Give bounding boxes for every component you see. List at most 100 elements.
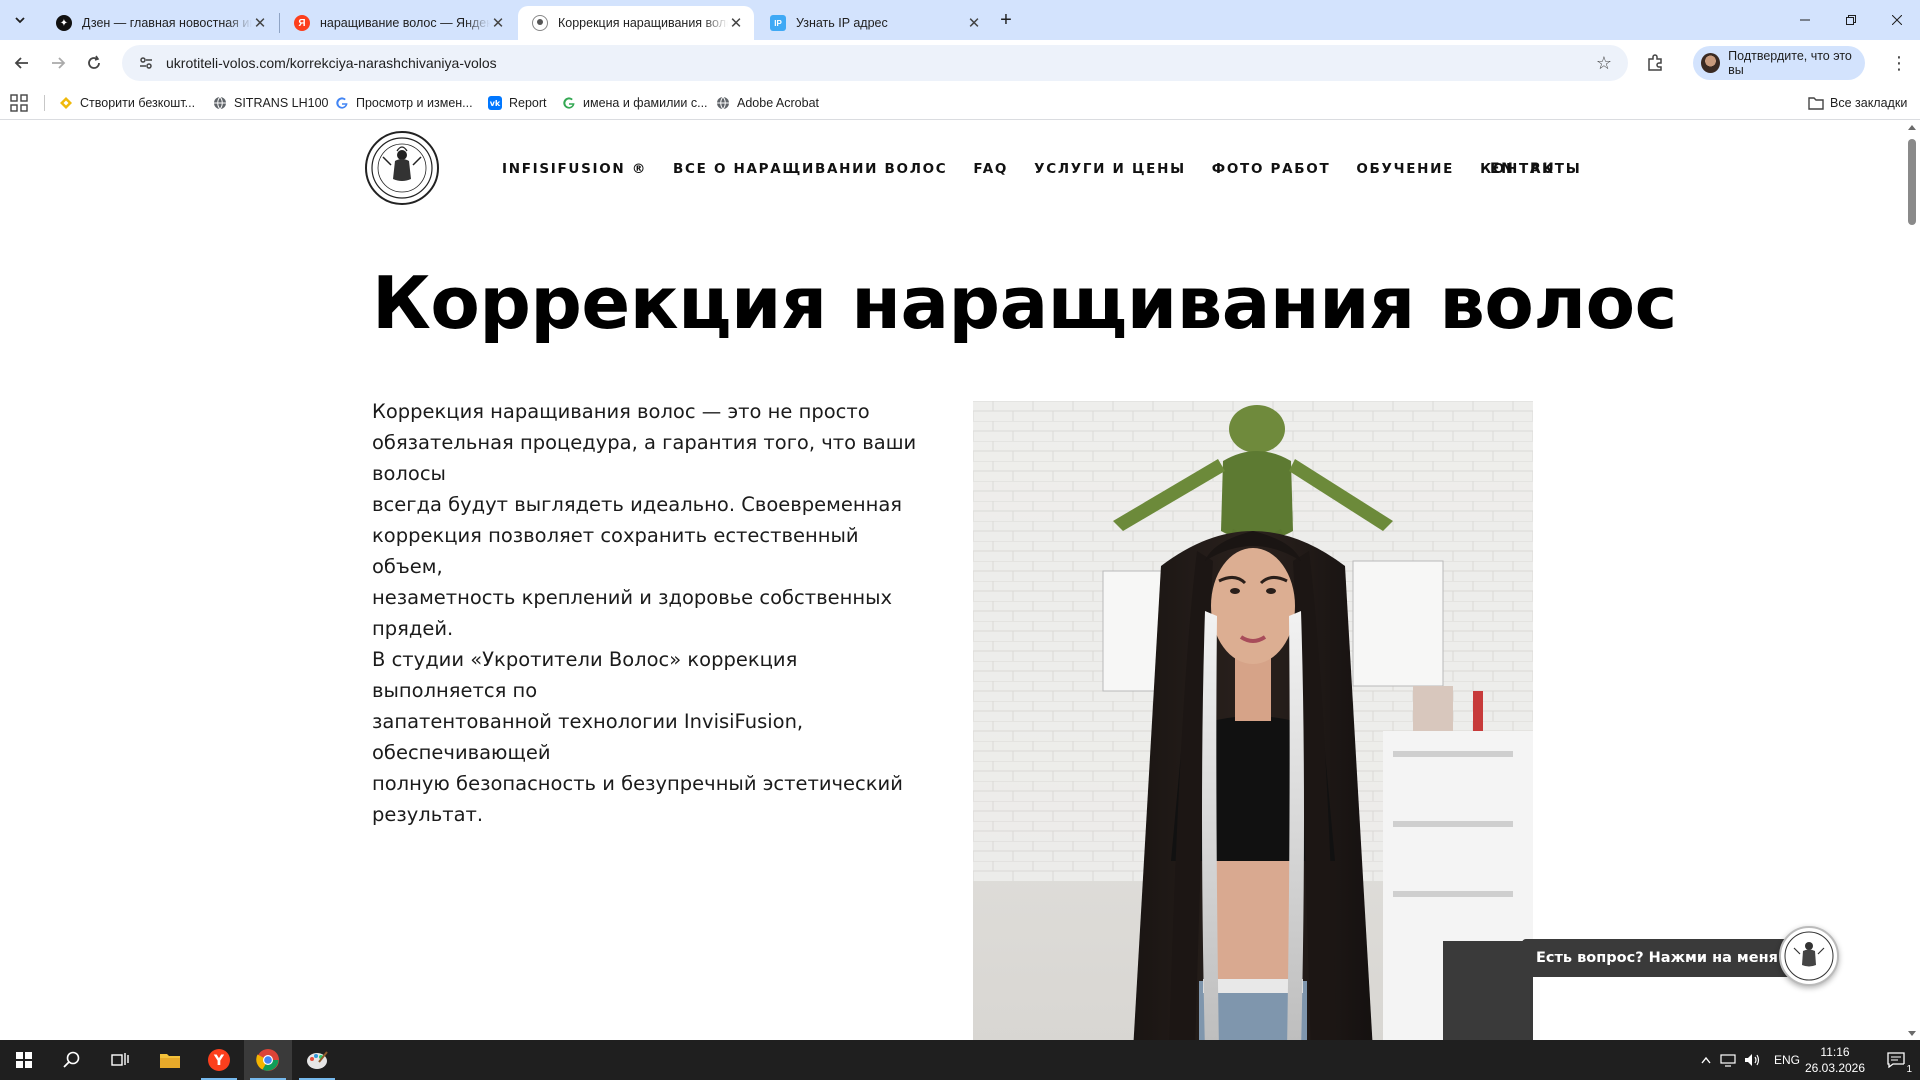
tab-title: Коррекция наращивания воло bbox=[558, 16, 728, 30]
restore-button[interactable] bbox=[1828, 0, 1874, 40]
site-logo[interactable] bbox=[365, 131, 439, 205]
reload-icon bbox=[88, 55, 100, 69]
apps-grid-icon[interactable] bbox=[10, 94, 28, 112]
notification-icon bbox=[1887, 1052, 1905, 1068]
scroll-up-arrow[interactable] bbox=[1908, 125, 1916, 130]
bookmark-star-icon[interactable]: ☆ bbox=[1596, 53, 1612, 74]
notifications-button[interactable]: 1 bbox=[1872, 1040, 1920, 1080]
tab-search-button[interactable] bbox=[8, 8, 32, 32]
close-window-button[interactable] bbox=[1874, 0, 1920, 40]
tab-title: Узнать IP адрес bbox=[796, 16, 888, 30]
start-button[interactable] bbox=[0, 1040, 48, 1080]
arrow-left-icon bbox=[14, 57, 28, 69]
search-icon bbox=[63, 1051, 80, 1068]
all-bookmarks-label: Все закладки bbox=[1830, 96, 1908, 110]
nav-services-prices[interactable]: УСЛУГИ И ЦЕНЫ bbox=[1034, 161, 1186, 177]
plus-icon: + bbox=[1000, 8, 1012, 31]
bookmark-item[interactable]: SITRANS LH100 bbox=[212, 92, 328, 114]
search-button[interactable] bbox=[48, 1040, 96, 1080]
profile-button[interactable]: Подтвердите, что это вы bbox=[1693, 46, 1865, 80]
web-page: INFISIFUSION ® ВСЕ О НАРАЩИВАНИИ ВОЛОС F… bbox=[0, 121, 1904, 1040]
bookmarks-bar: Створити безкошт... SITRANS LH100 Просмо… bbox=[0, 86, 1920, 120]
svg-text:Y: Y bbox=[213, 1053, 225, 1069]
lang-en-link[interactable]: EN bbox=[1490, 161, 1514, 177]
svg-text:vk: vk bbox=[490, 99, 501, 108]
close-icon[interactable]: ✕ bbox=[966, 15, 982, 32]
task-view-button[interactable] bbox=[96, 1040, 144, 1080]
browser-menu-button[interactable]: ⋮ bbox=[1888, 52, 1910, 74]
scroll-down-arrow[interactable] bbox=[1908, 1031, 1916, 1036]
page-scrollbar[interactable] bbox=[1904, 121, 1920, 1040]
page-title: Коррекция наращивания волос bbox=[372, 261, 1677, 345]
bookmark-item[interactable]: Adobe Acrobat bbox=[715, 92, 819, 114]
puzzle-icon bbox=[1648, 54, 1662, 71]
tab-korrekciya[interactable]: Коррекция наращивания воло ✕ bbox=[518, 6, 754, 40]
tab-yandex[interactable]: Я наращивание волос — Яндекс ✕ bbox=[280, 6, 516, 40]
close-icon[interactable]: ✕ bbox=[490, 15, 506, 32]
chevron-up-icon[interactable] bbox=[1696, 1056, 1716, 1064]
taskbar-yandex-browser[interactable]: Y bbox=[195, 1040, 243, 1080]
taskbar-file-explorer[interactable] bbox=[146, 1040, 194, 1080]
intro-line: полную безопасность и безупречный эстети… bbox=[372, 772, 903, 795]
address-bar[interactable]: ukrotiteli-volos.com/korrekciya-narashch… bbox=[122, 45, 1628, 81]
url-text: ukrotiteli-volos.com/korrekciya-narashch… bbox=[166, 55, 497, 71]
clock-time: 11:16 bbox=[1820, 1045, 1850, 1059]
taskbar-paint-app[interactable] bbox=[293, 1040, 341, 1080]
tab-title: наращивание волос — Яндекс bbox=[320, 16, 490, 30]
lang-ru-link[interactable]: RU bbox=[1530, 161, 1555, 177]
chat-widget-button[interactable] bbox=[1779, 926, 1839, 986]
volume-icon[interactable] bbox=[1740, 1053, 1764, 1067]
close-icon[interactable]: ✕ bbox=[252, 15, 268, 32]
vk-icon: vk bbox=[487, 95, 503, 111]
hero-photo bbox=[973, 401, 1533, 1040]
tab-title: Дзен — главная новостная ин bbox=[82, 16, 252, 30]
bookmark-label: Просмотр и измен... bbox=[356, 96, 473, 110]
avatar bbox=[1701, 53, 1721, 73]
tab-dzen[interactable]: ✦ Дзен — главная новостная ин ✕ bbox=[42, 6, 278, 40]
yandex-icon: Я bbox=[294, 15, 310, 31]
intro-line: В студии «Укротители Волос» коррекция вы… bbox=[372, 648, 798, 702]
all-bookmarks-button[interactable]: Все закладки bbox=[1808, 92, 1907, 114]
nav-faq[interactable]: FAQ bbox=[973, 161, 1008, 177]
nav-photo-works[interactable]: ФОТО РАБОТ bbox=[1212, 161, 1331, 177]
forward-button[interactable] bbox=[44, 49, 72, 77]
intro-line: всегда будут выглядеть идеально. Своевре… bbox=[372, 493, 903, 516]
network-icon[interactable] bbox=[1716, 1053, 1740, 1067]
dzen-icon: ✦ bbox=[56, 15, 72, 31]
intro-line: результат. bbox=[372, 803, 484, 826]
folder-icon bbox=[160, 1054, 180, 1068]
back-button[interactable] bbox=[8, 49, 36, 77]
site-info-icon[interactable] bbox=[136, 53, 156, 73]
bookmark-label: имена и фамилии с... bbox=[583, 96, 708, 110]
nav-invisifusion[interactable]: INFISIFUSION ® bbox=[502, 161, 647, 177]
bookmark-item[interactable]: Створити безкошт... bbox=[58, 92, 195, 114]
extensions-button[interactable] bbox=[1643, 51, 1667, 75]
bookmark-item[interactable]: имена и фамилии с... bbox=[561, 92, 708, 114]
google-icon bbox=[334, 95, 350, 111]
scroll-thumb[interactable] bbox=[1908, 139, 1916, 225]
taskbar-chrome[interactable] bbox=[244, 1040, 292, 1080]
tab-ip[interactable]: IP Узнать IP адрес ✕ bbox=[756, 6, 992, 40]
new-tab-button[interactable]: + bbox=[994, 8, 1018, 32]
binance-icon bbox=[58, 95, 74, 111]
chat-logo-icon bbox=[1784, 931, 1834, 981]
nav-about-extensions[interactable]: ВСЕ О НАРАЩИВАНИИ ВОЛОС bbox=[673, 161, 947, 177]
intro-line: незаметность креплений и здоровье собств… bbox=[372, 586, 893, 640]
logo-emblem-icon bbox=[371, 137, 433, 199]
yandex-browser-icon: Y bbox=[208, 1049, 230, 1071]
chat-prompt-bubble[interactable]: Есть вопрос? Нажми на меня! bbox=[1522, 939, 1809, 977]
bookmark-item[interactable]: vk Report bbox=[487, 92, 547, 114]
intro-line: коррекция позволяет сохранить естественн… bbox=[372, 524, 859, 578]
intro-paragraph: Коррекция наращивания волос — это не про… bbox=[372, 396, 932, 830]
minimize-button[interactable] bbox=[1782, 0, 1828, 40]
input-language[interactable]: ENG bbox=[1774, 1053, 1800, 1067]
minimize-icon bbox=[1800, 19, 1810, 21]
intro-line: обязательная процедура, а гарантия того,… bbox=[372, 431, 917, 485]
google-icon bbox=[561, 95, 577, 111]
nav-training[interactable]: ОБУЧЕНИЕ bbox=[1356, 161, 1454, 177]
reload-button[interactable] bbox=[80, 49, 108, 77]
intro-line: запатентованной технологии InvisiFusion,… bbox=[372, 710, 804, 764]
close-icon[interactable]: ✕ bbox=[728, 15, 744, 32]
taskbar-clock[interactable]: 11:16 26.03.2026 bbox=[1800, 1044, 1870, 1076]
bookmark-item[interactable]: Просмотр и измен... bbox=[334, 92, 473, 114]
